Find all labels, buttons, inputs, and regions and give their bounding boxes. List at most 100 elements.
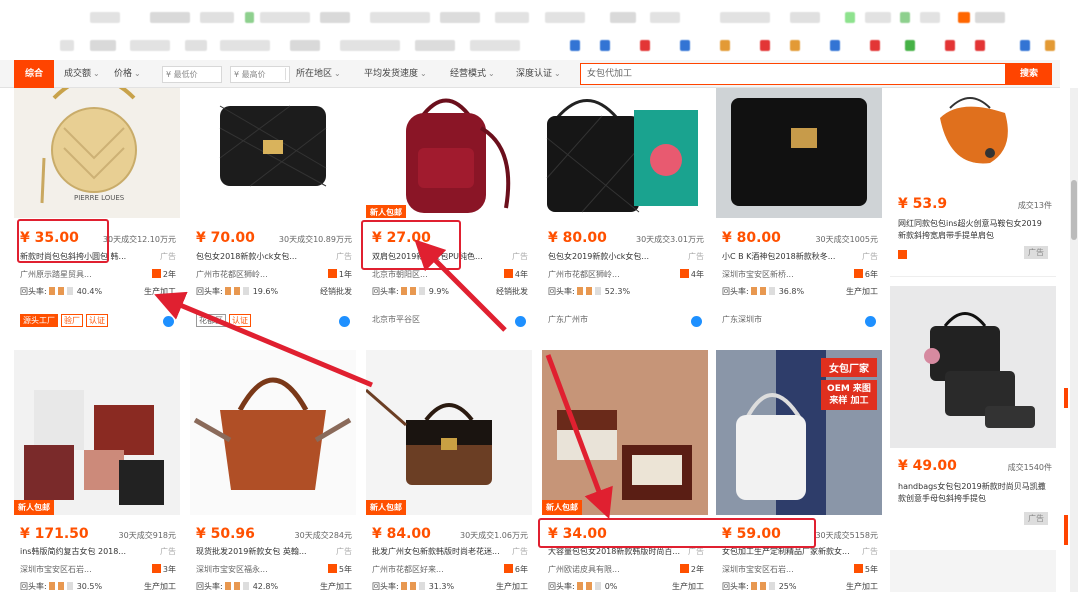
factory-badge: 女包厂家 [821, 358, 877, 377]
new-user-badge: 新人包邮 [366, 205, 406, 218]
ad-label: 广告 [862, 252, 878, 261]
product-title[interactable]: 包包女2018新款小ck女包... [196, 251, 330, 262]
product-title[interactable]: 现货批发2019新款女包 英翰... [196, 546, 330, 557]
min-price-input[interactable]: ¥ 最低价 [162, 66, 222, 83]
scrollbar[interactable] [1070, 88, 1078, 592]
product-image[interactable]: 女包厂家 OEM 来图来样 加工 [716, 350, 882, 515]
side-ad-card[interactable]: ¥ 49.00 成交1540件 handbags女包包2019新款时尚贝马凯撒款… [890, 286, 1056, 526]
bag-image [366, 350, 532, 515]
chat-icon[interactable] [163, 316, 174, 327]
shield-icon [327, 564, 337, 573]
bag-image: PIERRE LOUES [14, 88, 180, 218]
product-location-tag: 广东广州市 [548, 315, 588, 324]
search-button[interactable]: 搜索 [1006, 63, 1052, 85]
product-card[interactable]: ¥ 50.96 30天成交284元 现货批发2019新款女包 英翰... 广告 … [190, 350, 356, 592]
product-image[interactable]: 新人包邮 [366, 350, 532, 515]
rating-icon [576, 287, 603, 295]
product-sold: 30天成交918元 [118, 531, 176, 540]
product-location-tag: 广东深圳市 [722, 315, 762, 324]
product-price: ¥ 70.00 [196, 230, 255, 246]
biz-mode-dropdown[interactable]: 经营模式 ⌄ [450, 60, 495, 88]
seller-years: 4年 [679, 269, 704, 280]
side-marker [1064, 515, 1068, 545]
product-location: 广州欧诺皮具有限... [548, 565, 620, 574]
product-sold: 30天成交3.01万元 [636, 235, 704, 244]
rating-icon [750, 287, 777, 295]
bag-image [716, 88, 882, 218]
product-location: 广州市花都区狮岭... [196, 270, 268, 279]
product-title[interactable]: 批发广州女包新款韩版时尚老花迷... [372, 546, 506, 557]
chat-icon[interactable] [339, 316, 350, 327]
shield-icon [503, 269, 513, 278]
product-card[interactable]: ¥ 80.00 30天成交3.01万元 包包女2019新款小ck女包... 广告… [542, 88, 708, 333]
product-image[interactable] [190, 350, 356, 515]
repeat-rate: 回头率: 40.4% [20, 287, 103, 296]
ad-label: 广告 [1024, 512, 1048, 525]
bag-image [366, 88, 532, 218]
product-card[interactable]: 新人包邮 ¥ 171.50 30天成交918元 ins韩版简约复古女包 2018… [14, 350, 180, 592]
chat-icon[interactable] [691, 316, 702, 327]
biz-type: 经销批发 [496, 287, 528, 296]
product-card[interactable]: PIERRE LOUES ¥ 35.00 30天成交12.10万元 新款时尚包包… [14, 88, 180, 333]
product-image[interactable] [716, 88, 882, 218]
product-title[interactable]: ins韩版简约复古女包 2018... [20, 546, 154, 557]
rating-icon [750, 582, 777, 590]
side-marker [1064, 388, 1068, 408]
repeat-rate: 回头率: 42.8% [196, 582, 279, 591]
seller-years: 6年 [853, 269, 878, 280]
product-image[interactable] [190, 88, 356, 218]
product-card[interactable]: ¥ 80.00 30天成交1005元 小C B K酒神包2018新款秋冬... … [716, 88, 882, 333]
side-ad-card[interactable] [890, 550, 1056, 592]
seller-years: 5年 [853, 564, 878, 575]
region-dropdown[interactable]: 所在地区 ⌄ [296, 60, 341, 88]
sort-composite-button[interactable]: 综合 [14, 60, 54, 88]
ship-speed-dropdown[interactable]: 平均发货速度 ⌄ [364, 60, 427, 88]
max-price-input[interactable]: ¥ 最高价 [230, 66, 290, 83]
scrollbar-thumb[interactable] [1071, 180, 1077, 240]
product-title[interactable]: 网红同款包包ins超火创意马鞍包女2019新款斜挎宽肩带手提单肩包 [898, 218, 1048, 242]
ad-label: 广告 [336, 252, 352, 261]
shield-icon [503, 564, 513, 573]
sort-price-button[interactable]: 价格 ⌄ [114, 60, 141, 88]
chevron-down-icon: ⌄ [334, 69, 341, 78]
new-user-badge: 新人包邮 [14, 500, 54, 515]
shield-icon [151, 564, 161, 573]
bag-image [190, 350, 356, 515]
side-ad-card[interactable]: ¥ 53.9 成交13件 网红同款包包ins超火创意马鞍包女2019新款斜挎宽肩… [890, 88, 1056, 268]
product-image[interactable]: 新人包邮 [542, 350, 708, 515]
product-price: ¥ 53.9 [898, 196, 948, 212]
ad-label: 广告 [512, 252, 528, 261]
product-card[interactable]: 新人包邮 ¥ 84.00 30天成交1.06万元 批发广州女包新款韩版时尚老花迷… [366, 350, 532, 592]
chat-icon[interactable] [515, 316, 526, 327]
product-price: ¥ 80.00 [722, 230, 781, 246]
oem-badge: OEM 来图来样 加工 [821, 380, 877, 410]
product-tags: 源头工厂 验厂 认证 [20, 314, 111, 327]
product-location: 深圳市宝安区福永... [196, 565, 268, 574]
product-card[interactable]: 新人包邮 ¥ 27.00 双肩包2019新款女包PU纯色... 广告 北京市朝阳… [366, 88, 532, 333]
seller-years: 4年 [503, 269, 528, 280]
product-image[interactable]: 新人包邮 [366, 88, 532, 218]
ad-label: 广告 [1024, 246, 1048, 259]
repeat-rate: 回头率: 52.3% [548, 287, 631, 296]
product-sold: 30天成交1.06万元 [460, 531, 528, 540]
product-price: ¥ 80.00 [548, 230, 607, 246]
product-title[interactable]: 小C B K酒神包2018新款秋冬... [722, 251, 856, 262]
browser-tab-bar [0, 4, 1080, 30]
product-image[interactable] [542, 88, 708, 218]
search-input[interactable]: 女包代加工 [580, 63, 1006, 85]
product-card[interactable]: 新人包邮 ¥ 34.00 大容量包包女2018新款韩版时尚百... 广告 广州欧… [542, 350, 708, 592]
product-card[interactable]: ¥ 70.00 30天成交10.89万元 包包女2018新款小ck女包... 广… [190, 88, 356, 333]
product-location-tag: 北京市平谷区 [372, 315, 420, 324]
product-image[interactable]: 新人包邮 [14, 350, 180, 515]
seller-years: 1年 [327, 269, 352, 280]
sort-sales-button[interactable]: 成交额 ⌄ [64, 60, 100, 88]
product-image[interactable]: PIERRE LOUES [14, 88, 180, 218]
product-title[interactable]: 包包女2019新款小ck女包... [548, 251, 682, 262]
chat-icon[interactable] [865, 316, 876, 327]
product-card[interactable]: 女包厂家 OEM 来图来样 加工 ¥ 59.00 30天成交5158元 女包加工… [716, 350, 882, 592]
divider [890, 276, 1056, 277]
bookmarks-bar [0, 32, 1080, 58]
depth-cert-dropdown[interactable]: 深度认证 ⌄ [516, 60, 561, 88]
product-title[interactable]: handbags女包包2019新款时尚贝马凯撒款创意手母包斜挎手提包 [898, 481, 1048, 505]
ad-label: 广告 [160, 252, 176, 261]
